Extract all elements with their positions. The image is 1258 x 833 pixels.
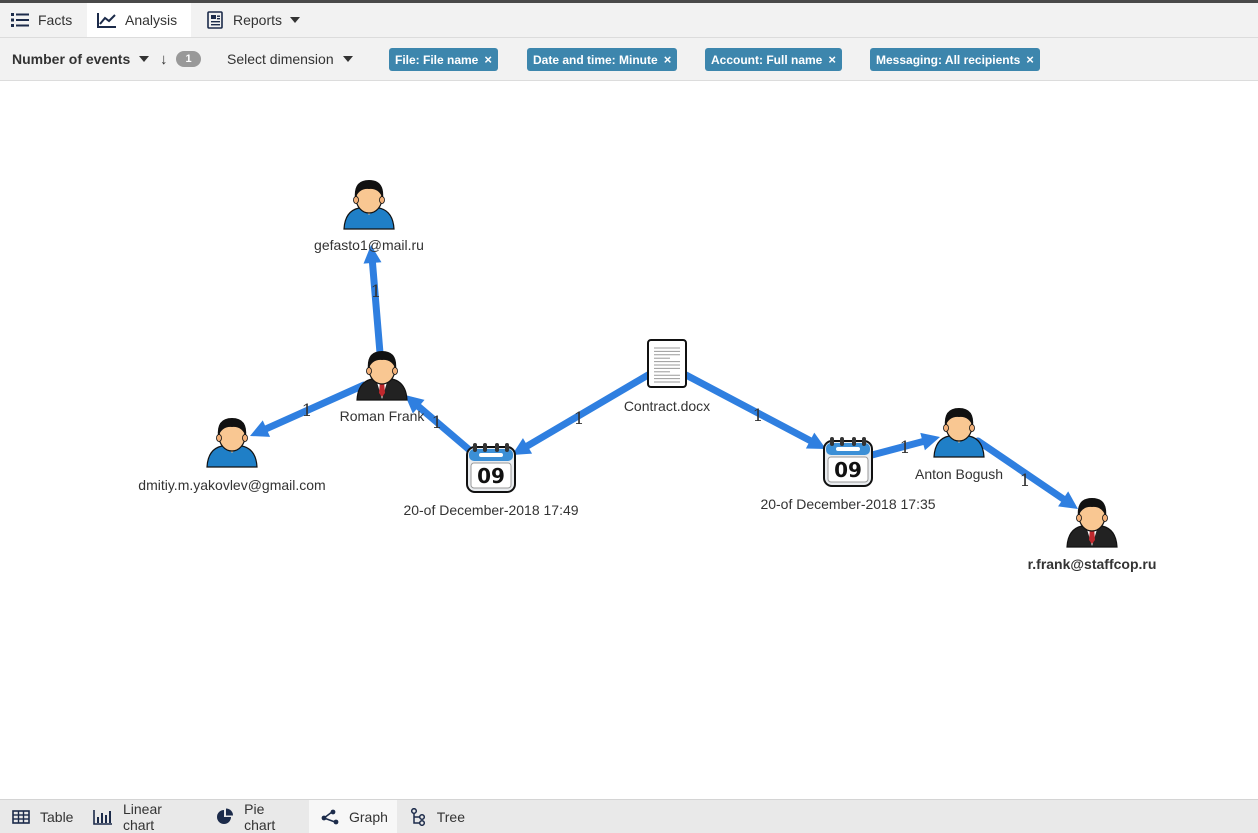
close-icon[interactable]: ×: [484, 52, 492, 67]
line-chart-icon: [97, 11, 117, 29]
close-icon[interactable]: ×: [1026, 52, 1034, 67]
tab-facts[interactable]: Facts: [0, 3, 87, 37]
tab-reports[interactable]: Reports: [195, 3, 313, 37]
tab-reports-label: Reports: [233, 12, 283, 28]
tab-linear-chart[interactable]: Linear chart: [81, 800, 205, 833]
document-icon: [647, 339, 687, 388]
tab-pie-chart-label: Pie chart: [244, 800, 276, 833]
report-icon: [205, 11, 225, 29]
count-badge: 1: [176, 51, 201, 67]
graph-svg[interactable]: 1 1 1 1 1 1 1 gefasto1@mail.ru Roman Frank dmitiy…: [0, 81, 1258, 799]
edge-line: [868, 438, 927, 459]
graph-node-dmitiy[interactable]: dmitiy.m.yakovlev@gmail.com: [138, 418, 326, 493]
close-icon[interactable]: ×: [828, 52, 836, 67]
chip-label: File: File name: [395, 52, 479, 67]
graph-edge-roman-gefasto[interactable]: 1: [363, 245, 384, 357]
measure-select[interactable]: Number of events: [12, 38, 150, 80]
edge-weight-label: 1: [302, 401, 313, 421]
chevron-down-icon: [342, 56, 353, 62]
node-label: gefasto1@mail.ru: [314, 237, 424, 253]
filter-chip-messaging[interactable]: Messaging: All recipients ×: [870, 48, 1040, 71]
calendar-icon: 09: [466, 443, 516, 493]
bar-chart-icon: [93, 808, 113, 826]
tree-icon: [409, 807, 427, 826]
tab-analysis[interactable]: Analysis: [87, 3, 191, 37]
user-suit-icon: [356, 351, 408, 401]
graph-edge-date2-anton[interactable]: 1: [868, 432, 940, 459]
user-icon: [933, 408, 985, 458]
graph-node-gefasto[interactable]: gefasto1@mail.ru: [314, 180, 424, 253]
tab-tree[interactable]: Tree: [397, 800, 477, 833]
user-icon: [343, 180, 395, 230]
edge-weight-label: 1: [1020, 471, 1031, 491]
graph-icon: [321, 808, 339, 826]
calendar-day: 09: [834, 458, 862, 482]
chevron-down-icon: [290, 17, 301, 23]
filter-chip-file[interactable]: File: File name ×: [389, 48, 498, 71]
sort-count-badge: 1: [176, 38, 201, 80]
measure-label: Number of events: [12, 51, 131, 67]
dimension-select[interactable]: Select dimension: [227, 38, 353, 80]
pie-chart-icon: [215, 808, 234, 826]
chip-label: Messaging: All recipients: [876, 52, 1021, 67]
tab-linear-chart-label: Linear chart: [123, 800, 162, 833]
node-label: Roman Frank: [340, 408, 426, 424]
calendar-icon: 09: [823, 437, 873, 487]
tab-facts-label: Facts: [38, 12, 73, 28]
filter-chip-date[interactable]: Date and time: Minute ×: [527, 48, 678, 71]
sort-toggle[interactable]: ↓: [160, 38, 168, 80]
dimension-select-label: Select dimension: [227, 51, 334, 67]
node-label: Contract.docx: [624, 398, 710, 414]
visualization-tab-bar: Table Linear chart Pie chart Graph Tree: [0, 799, 1258, 833]
edge-line: [368, 259, 384, 357]
close-icon[interactable]: ×: [664, 52, 672, 67]
sort-down-icon: ↓: [160, 50, 168, 68]
tab-table[interactable]: Table: [0, 800, 84, 833]
edge-weight-label: 1: [574, 409, 585, 429]
node-label: r.frank@staffcop.ru: [1028, 556, 1157, 572]
graph-edge-contract-date1[interactable]: 1: [512, 371, 652, 455]
graph-node-rfrank[interactable]: r.frank@staffcop.ru: [1028, 498, 1157, 572]
node-label: dmitiy.m.yakovlev@gmail.com: [138, 477, 325, 493]
edge-weight-label: 1: [900, 438, 911, 458]
graph-edge-date1-roman[interactable]: 1: [405, 395, 477, 457]
filter-chip-account[interactable]: Account: Full name ×: [705, 48, 842, 71]
user-icon: [206, 418, 258, 468]
edge-weight-label: 1: [753, 406, 764, 426]
edge-weight-label: 1: [432, 413, 443, 433]
table-icon: [12, 808, 30, 826]
node-label: 20-of December-2018 17:35: [760, 496, 935, 512]
graph-node-date1[interactable]: 09 20-of December-2018 17:49: [403, 443, 579, 518]
tab-table-label: Table: [40, 808, 74, 825]
list-icon: [10, 11, 30, 29]
tab-graph-label: Graph: [349, 808, 388, 825]
calendar-day: 09: [477, 464, 505, 488]
edge-line: [415, 403, 477, 457]
chip-label: Account: Full name: [711, 52, 823, 67]
graph-canvas[interactable]: 1 1 1 1 1 1 1 gefasto1@mail.ru Roman Frank dmitiy…: [0, 81, 1258, 799]
edge-weight-label: 1: [371, 282, 382, 302]
tab-analysis-label: Analysis: [125, 12, 178, 28]
chip-label: Date and time: Minute: [533, 52, 658, 67]
node-label: 20-of December-2018 17:49: [403, 502, 578, 518]
tab-tree-label: Tree: [436, 808, 465, 825]
chevron-down-icon: [139, 56, 150, 62]
node-label: Anton Bogush: [915, 466, 1003, 482]
tab-graph[interactable]: Graph: [309, 800, 397, 833]
view-tab-bar: Facts Analysis Reports: [0, 3, 1258, 38]
tab-pie-chart[interactable]: Pie chart: [203, 800, 309, 833]
